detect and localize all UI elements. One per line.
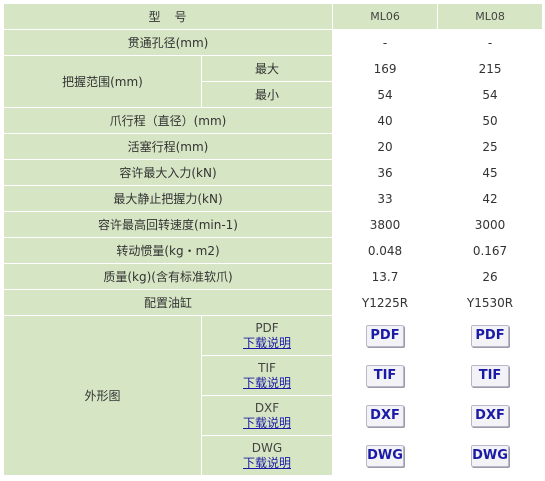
dxf-ml08-button[interactable]: DXF bbox=[471, 404, 510, 427]
download-link-tif[interactable]: 下载说明 bbox=[202, 376, 332, 391]
format-name: TIF bbox=[258, 360, 276, 375]
dwg-ml06-button[interactable]: DWG bbox=[366, 444, 405, 467]
max-input-ml06: 36 bbox=[332, 159, 439, 186]
format-name: DXF bbox=[254, 400, 280, 415]
piston-stroke-ml06: 20 bbox=[332, 133, 439, 160]
header-row: 型 号 ML06 ML08 bbox=[2, 3, 544, 30]
static-grip-ml06: 33 bbox=[332, 185, 439, 212]
dxf-ml06-button[interactable]: DXF bbox=[366, 404, 405, 427]
model-ml08-header: ML08 bbox=[437, 3, 544, 30]
grip-max-label: 最大 bbox=[200, 55, 334, 82]
bore-label: 贯通孔径(mm) bbox=[2, 29, 334, 56]
inertia-ml06: 0.048 bbox=[332, 237, 439, 264]
tif-ml08-button[interactable]: TIF bbox=[471, 364, 510, 387]
format-name: DWG bbox=[251, 440, 283, 455]
cylinder-label: 配置油缸 bbox=[2, 289, 334, 316]
grip-max-ml08: 215 bbox=[437, 55, 544, 82]
inertia-ml08: 0.167 bbox=[437, 237, 544, 264]
jaw-stroke-label: 爪行程（直径）(mm) bbox=[2, 107, 334, 134]
inertia-label: 转动惯量(kg・m2) bbox=[2, 237, 334, 264]
max-input-ml08: 45 bbox=[437, 159, 544, 186]
piston-stroke-ml08: 25 bbox=[437, 133, 544, 160]
grip-max-ml06: 169 bbox=[332, 55, 439, 82]
outline-format-tif: TIF 下载说明 bbox=[200, 355, 334, 396]
max-speed-ml06: 3800 bbox=[332, 211, 439, 238]
spec-row-piston-stroke: 活塞行程(mm) 20 25 bbox=[2, 133, 544, 160]
spec-row-jaw-stroke: 爪行程（直径）(mm) 40 50 bbox=[2, 107, 544, 134]
tif-ml06-button[interactable]: TIF bbox=[366, 364, 405, 387]
grip-range-label: 把握范围(mm) bbox=[3, 55, 202, 108]
mass-ml08: 26 bbox=[437, 263, 544, 290]
pdf-ml08-button[interactable]: PDF bbox=[471, 324, 510, 347]
spec-row-cylinder: 配置油缸 Y1225R Y1530R bbox=[2, 289, 544, 316]
download-link-dxf[interactable]: 下载说明 bbox=[202, 416, 332, 431]
bore-ml08: - bbox=[437, 29, 544, 56]
jaw-stroke-ml06: 40 bbox=[332, 107, 439, 134]
spec-row-max-speed: 容许最高回转速度(min-1) 3800 3000 bbox=[2, 211, 544, 238]
max-speed-ml08: 3000 bbox=[437, 211, 544, 238]
cylinder-ml06: Y1225R bbox=[332, 289, 439, 316]
grip-min-ml06: 54 bbox=[332, 81, 439, 108]
outline-format-dwg: DWG 下载说明 bbox=[200, 435, 334, 476]
model-header: 型 号 bbox=[2, 3, 334, 30]
spec-row-mass: 质量(kg)(含有标准软爪) 13.7 26 bbox=[2, 263, 544, 290]
mass-label: 质量(kg)(含有标准软爪) bbox=[2, 263, 334, 290]
max-input-label: 容许最大入力(kN) bbox=[2, 159, 334, 186]
outline-row-pdf: 外形图 PDF 下载说明 PDF PDF bbox=[3, 315, 544, 476]
outline-format-dxf: DXF 下载说明 bbox=[200, 395, 334, 436]
outline-format-pdf: PDF 下载说明 bbox=[200, 315, 334, 356]
max-speed-label: 容许最高回转速度(min-1) bbox=[2, 211, 334, 238]
download-link-dwg[interactable]: 下载说明 bbox=[202, 456, 332, 471]
spec-row-inertia: 转动惯量(kg・m2) 0.048 0.167 bbox=[2, 237, 544, 264]
pdf-ml06-button[interactable]: PDF bbox=[366, 324, 405, 347]
format-name: PDF bbox=[255, 320, 279, 335]
model-ml06-header: ML06 bbox=[332, 3, 439, 30]
download-link-pdf[interactable]: 下载说明 bbox=[202, 336, 332, 351]
spec-row-static-grip: 最大静止把握力(kN) 33 42 bbox=[2, 185, 544, 212]
dwg-ml08-button[interactable]: DWG bbox=[471, 444, 510, 467]
spec-row-bore: 贯通孔径(mm) - - bbox=[2, 29, 544, 56]
outline-label: 外形图 bbox=[3, 315, 202, 476]
static-grip-label: 最大静止把握力(kN) bbox=[2, 185, 334, 212]
cylinder-ml08: Y1530R bbox=[437, 289, 544, 316]
grip-min-label: 最小 bbox=[200, 81, 334, 108]
spec-row-grip-max: 把握范围(mm) 最大 169 215 bbox=[3, 55, 544, 108]
grip-min-ml08: 54 bbox=[437, 81, 544, 108]
jaw-stroke-ml08: 50 bbox=[437, 107, 544, 134]
spec-row-max-input: 容许最大入力(kN) 36 45 bbox=[2, 159, 544, 186]
bore-ml06: - bbox=[332, 29, 439, 56]
spec-table: 型 号 ML06 ML08 贯通孔径(mm) - - 把握范围(mm) 最大 1… bbox=[2, 3, 544, 476]
mass-ml06: 13.7 bbox=[332, 263, 439, 290]
piston-stroke-label: 活塞行程(mm) bbox=[2, 133, 334, 160]
static-grip-ml08: 42 bbox=[437, 185, 544, 212]
